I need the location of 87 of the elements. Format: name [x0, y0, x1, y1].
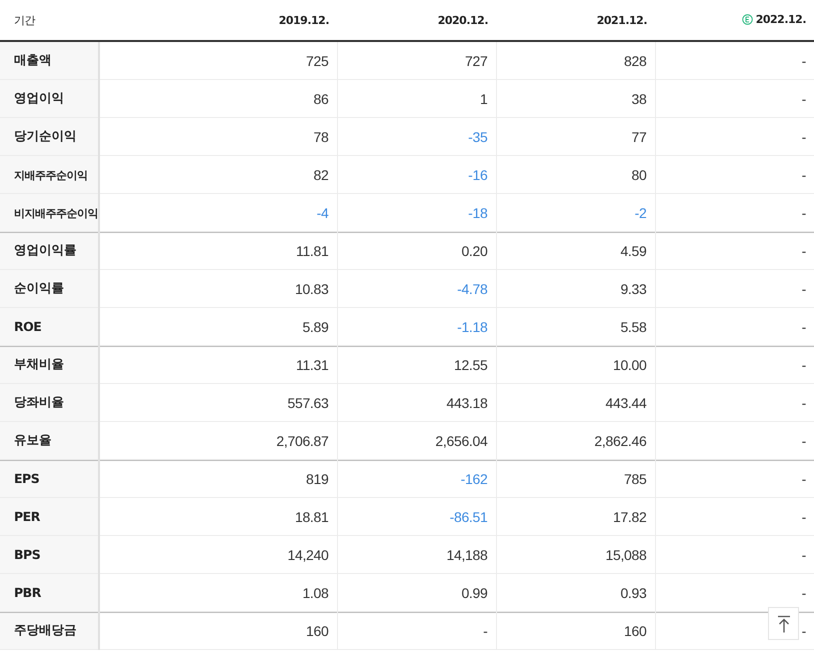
column-header: 2020.12.: [438, 14, 488, 26]
table-cell: 10.00: [612, 356, 646, 372]
row-label: BPS: [14, 547, 40, 562]
table-cell: 0.99: [461, 584, 488, 600]
table-cell: 12.55: [454, 356, 488, 372]
table-cell: -: [802, 128, 806, 144]
row-label: ROE: [14, 319, 42, 334]
table-cell: -1.18: [457, 318, 488, 334]
row-label: PER: [14, 509, 40, 524]
table-cell: -: [802, 204, 806, 220]
table-cell: 86: [314, 90, 328, 106]
table-cell: 828: [624, 52, 646, 68]
row-label: 유보율: [14, 432, 52, 447]
row-label: 매출액: [14, 52, 52, 67]
table-cell: 17.82: [612, 508, 646, 524]
table-cell: 727: [465, 52, 488, 68]
table-cell: 160: [624, 622, 646, 638]
table-cell: -: [802, 546, 806, 562]
column-header: 기간: [14, 14, 35, 26]
row-label: 영업이익: [14, 90, 64, 105]
table-cell: -: [802, 52, 806, 68]
table-cell: -16: [468, 166, 488, 182]
scroll-top-button[interactable]: [768, 607, 799, 640]
table-cell: 15,088: [605, 546, 646, 562]
table-cell: -4.78: [457, 280, 488, 296]
column-header: 2022.12.: [756, 12, 806, 26]
table-cell: -: [802, 166, 806, 182]
table-cell: -: [802, 356, 806, 372]
table-cell: -: [802, 508, 806, 524]
table-cell: -: [802, 432, 806, 448]
table-cell: 785: [624, 470, 646, 486]
table-cell: 82: [314, 166, 328, 182]
row-label: 부채비율: [14, 356, 64, 371]
table-cell: 9.33: [620, 280, 646, 296]
table-cell: 11.31: [296, 356, 328, 372]
table-cell: 2,862.46: [594, 432, 646, 448]
table-cell: -: [802, 90, 806, 106]
table-cell: 5.89: [302, 318, 328, 334]
row-label: 지배주주순이익: [14, 168, 88, 182]
table-cell: 2,706.87: [276, 432, 328, 448]
table-cell: -18: [468, 204, 488, 220]
table-cell: -: [802, 318, 806, 334]
table-cell: 11.81: [296, 242, 328, 258]
table-cell: -: [802, 470, 806, 486]
table-cell: 0.20: [461, 242, 488, 258]
row-label: 순이익률: [14, 280, 64, 295]
table-cell: 443.18: [446, 394, 488, 410]
row-label: 주당배당금: [14, 622, 76, 637]
table-cell: 4.59: [620, 242, 646, 258]
table-cell: -35: [468, 128, 488, 144]
table-cell: -: [802, 280, 806, 296]
row-label: EPS: [14, 471, 40, 486]
table-cell: -: [802, 622, 806, 638]
table-cell: -162: [460, 470, 488, 486]
table-cell: 1: [480, 90, 488, 106]
table-cell: -4: [316, 204, 328, 220]
table-cell: -: [802, 242, 806, 258]
table-cell: 10.83: [294, 280, 328, 296]
table-cell: 18.81: [294, 508, 328, 524]
table-cell: 557.63: [287, 394, 328, 410]
table-cell: -: [802, 584, 806, 600]
column-header: 2019.12.: [278, 14, 329, 26]
table-cell: 14,188: [446, 546, 488, 562]
column-header: 2021.12.: [596, 14, 647, 26]
table-cell: 725: [306, 52, 328, 68]
table-cell: 443.44: [605, 394, 646, 410]
table-cell: 80: [632, 166, 646, 182]
table-cell: 78: [314, 128, 328, 144]
table-cell: -86.51: [450, 508, 488, 524]
table-cell: 160: [306, 622, 328, 638]
table-cell: -2: [634, 204, 646, 220]
table-cell: 819: [306, 470, 328, 486]
row-label: 비지배주주순이익: [14, 206, 98, 220]
table-cell: -: [483, 622, 488, 638]
table-cell: 1.08: [302, 584, 328, 600]
row-label: 영업이익률: [14, 242, 76, 257]
table-cell: 38: [632, 90, 646, 106]
table-cell: 77: [632, 128, 646, 144]
row-label: 당좌비율: [14, 394, 64, 409]
table-cell: -: [802, 394, 806, 410]
row-label: PBR: [14, 585, 41, 600]
table-cell: 0.93: [620, 584, 646, 600]
row-label: 당기순이익: [14, 128, 76, 143]
table-cell: 5.58: [620, 318, 646, 334]
table-cell: 2,656.04: [435, 432, 488, 448]
arrow-up-icon: [776, 614, 790, 632]
table-cell: 14,240: [287, 546, 328, 562]
